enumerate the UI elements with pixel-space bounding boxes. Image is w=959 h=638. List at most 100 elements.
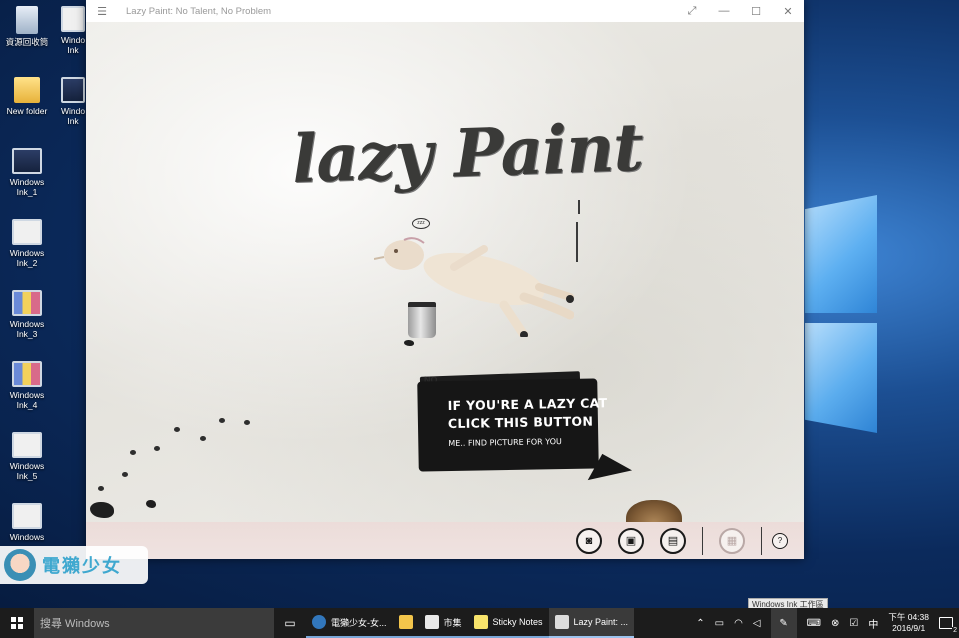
desktop-icon-label: Windows Ink_3	[9, 319, 45, 339]
minimize-button[interactable]: —	[708, 0, 740, 22]
bubble-line-2: CLICK THIS BUTTON	[447, 413, 594, 432]
desktop-icon-label: Windows	[9, 532, 45, 542]
keyboard-icon[interactable]: ⌨	[807, 618, 821, 629]
desktop-icon-label: New folder	[6, 106, 48, 116]
taskbar-app-label: Lazy Paint: ...	[573, 617, 629, 627]
screenshot-icon	[12, 503, 42, 529]
no-entry-icon[interactable]: ⊗	[831, 618, 839, 629]
store-icon	[424, 615, 439, 629]
task-view-button[interactable]: ▭	[274, 608, 306, 638]
desktop-icon-windows-ink-5[interactable]: Windows Ink_5	[2, 428, 52, 499]
file-explorer-icon	[398, 615, 413, 629]
help-button[interactable]: ?	[772, 532, 788, 549]
bubble-line-3: ME.. FIND PICTURE FOR YOU	[448, 437, 562, 449]
desktop-icon-windo-ink-b[interactable]: Windo Ink	[56, 73, 90, 144]
desktop-icon-recycle-bin[interactable]: 資源回收筒	[2, 2, 52, 73]
paw-print	[122, 472, 128, 477]
desktop-icon-label: Windows Ink_4	[9, 390, 45, 410]
sleeping-cat-illustration	[374, 237, 574, 337]
windows-logo-wallpaper	[805, 185, 879, 441]
command-separator	[761, 526, 762, 555]
screenshot-icon	[12, 219, 42, 245]
start-button[interactable]	[0, 608, 34, 638]
windows-start-icon	[11, 617, 23, 629]
taskbar-app-lazy-paint[interactable]: Lazy Paint: ...	[548, 608, 635, 638]
desktop-icon-new-folder[interactable]: New folder	[2, 73, 52, 144]
open-picture-button[interactable]: ▤	[660, 527, 686, 554]
title-bar[interactable]: ☰ Lazy Paint: No Talent, No Problem ⤢ — …	[86, 0, 804, 22]
close-button[interactable]: ✕	[772, 0, 804, 22]
screenshot-icon	[12, 290, 42, 316]
sticky-notes-icon	[473, 615, 488, 629]
battery-icon[interactable]: ▭	[715, 618, 724, 629]
save-icon: ▦	[726, 535, 738, 547]
maximize-button[interactable]: ☐	[740, 0, 772, 22]
edge-icon	[312, 615, 326, 629]
desktop-icon-windows-ink-1[interactable]: Windows Ink_1	[2, 144, 52, 215]
picture-icon: ▣	[625, 535, 637, 547]
taskbar-search-box[interactable]: 搜尋 Windows	[34, 608, 274, 638]
peeking-cat-image	[626, 500, 682, 522]
taskbar-app-edge[interactable]: 電獺少女-女...	[306, 608, 393, 638]
task-view-icon: ▭	[284, 616, 296, 630]
desktop-icon-label: 資源回收筒	[5, 37, 49, 47]
desktop-icon-windo-ink-a[interactable]: Windo Ink	[56, 2, 90, 73]
find-picture-button[interactable]: ▣	[618, 527, 644, 554]
desktop-icons-column-2: Windo Ink Windo Ink	[56, 2, 90, 144]
taskbar-app-sticky-notes[interactable]: Sticky Notes	[467, 608, 549, 638]
taskbar-app-store[interactable]: 市集	[418, 608, 468, 638]
save-button[interactable]: ▦	[719, 527, 745, 554]
desktop-icon-windows-ink-4[interactable]: Windows Ink_4	[2, 357, 52, 428]
fullscreen-button[interactable]: ⤢	[676, 0, 708, 22]
paw-print	[244, 420, 250, 425]
camera-button[interactable]: ◙	[576, 527, 602, 554]
desktop-icon-windows-ink-2[interactable]: Windows Ink_2	[2, 215, 52, 286]
mascot-avatar	[4, 549, 36, 581]
taskbar-app-label: Sticky Notes	[492, 617, 543, 627]
paint-canvas[interactable]: lazy Paint zzz NO IF YOU'RE A LAZY CAT C…	[86, 22, 804, 522]
system-tray: ⌃ ▭ ◠ ◁ ✎ ⌨ ⊗ ☑ 中 下午 04:38 2016/9/1 2	[696, 608, 959, 638]
lazy-paint-window: ☰ Lazy Paint: No Talent, No Problem ⤢ — …	[86, 0, 804, 559]
screenshot-icon	[61, 77, 85, 103]
ink-splat	[90, 502, 114, 518]
screenshot-icon	[12, 148, 42, 174]
lazy-paint-icon	[554, 615, 569, 629]
clock[interactable]: 下午 04:38 2016/9/1	[888, 612, 929, 634]
app-logo-text: lazy Paint	[290, 107, 645, 199]
action-icon[interactable]: ☑	[849, 618, 858, 629]
desktop-icon-label: Windows Ink_2	[9, 248, 45, 268]
app-command-bar: ◙ ▣ ▤ ▦ ?	[86, 522, 804, 559]
lazy-cat-speech-bubble[interactable]: IF YOU'RE A LAZY CAT CLICK THIS BUTTON M…	[417, 378, 608, 472]
notification-count: 2	[952, 627, 958, 634]
windows-ink-workspace-button[interactable]: ✎	[770, 608, 797, 638]
paw-print	[98, 486, 104, 491]
clock-date: 2016/9/1	[892, 623, 926, 633]
desktop-icon-windows-ink-3[interactable]: Windows Ink_3	[2, 286, 52, 357]
hamburger-icon[interactable]: ☰	[86, 0, 118, 22]
desktop-icons-column-1: 資源回收筒 New folder Windows Ink_1 Windows I…	[2, 2, 52, 570]
desktop-icon-label: Windows Ink_5	[9, 461, 45, 481]
clock-time: 下午 04:38	[888, 612, 929, 622]
paint-bucket-icon	[408, 302, 436, 338]
desktop-icon-label: Windo Ink	[60, 35, 86, 55]
wifi-icon[interactable]: ◠	[734, 618, 743, 629]
desktop-icon-label: Windows Ink_1	[9, 177, 45, 197]
folder-icon	[14, 77, 40, 103]
volume-icon[interactable]: ◁	[753, 618, 761, 629]
help-icon: ?	[777, 536, 783, 545]
screenshot-icon	[61, 6, 85, 32]
paw-print	[130, 450, 136, 455]
action-center-icon[interactable]: 2	[939, 617, 958, 634]
taskbar-app-file-explorer[interactable]	[392, 608, 419, 638]
desktop-icon-label: Windo Ink	[60, 106, 86, 126]
window-title: Lazy Paint: No Talent, No Problem	[126, 5, 272, 17]
paint-drip	[578, 200, 580, 214]
paw-print	[174, 427, 180, 432]
recycle-bin-icon	[16, 6, 38, 34]
language-icon[interactable]: 中	[868, 616, 878, 631]
command-separator	[702, 526, 703, 555]
site-watermark: 電獺少女	[0, 546, 148, 584]
image-icon: ▤	[667, 535, 679, 547]
show-hidden-icons-icon[interactable]: ⌃	[696, 618, 704, 629]
paw-print	[200, 436, 206, 441]
